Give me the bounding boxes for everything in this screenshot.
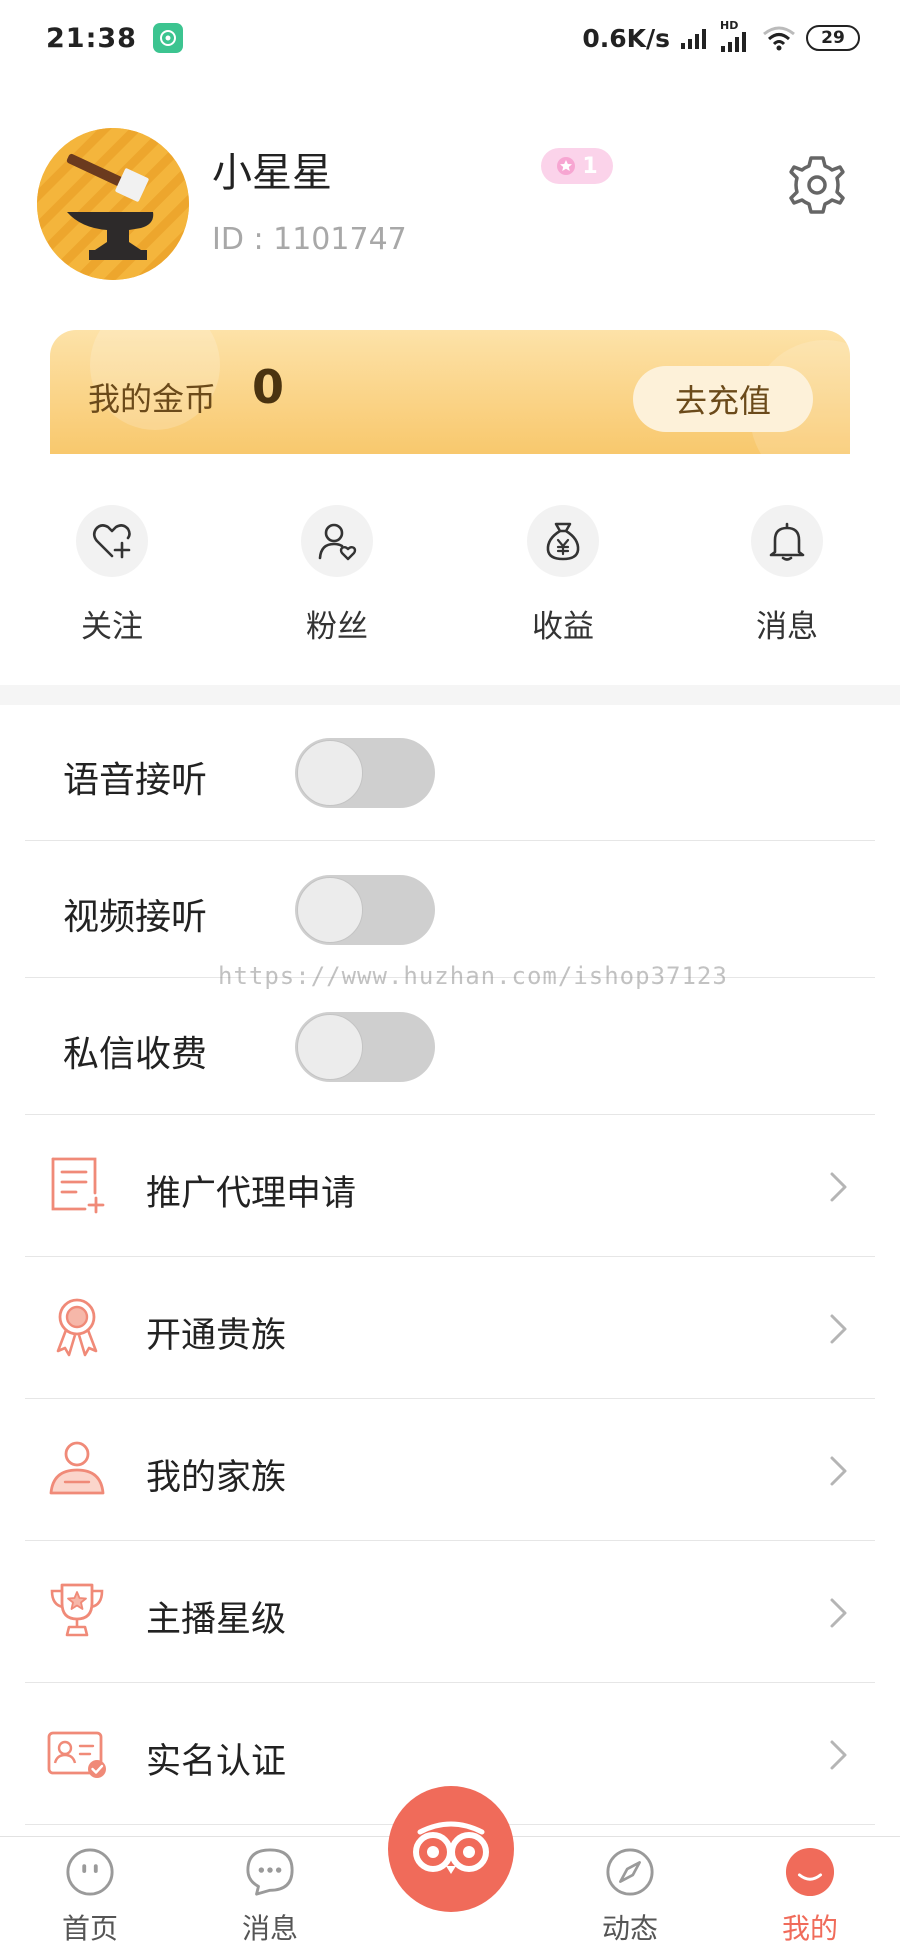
menu-item-agent-application[interactable]: 推广代理申请: [25, 1115, 875, 1257]
avatar[interactable]: [37, 128, 189, 280]
watermark: https://www.huzhan.com/ishop37123: [218, 962, 728, 990]
family-user-icon: [49, 1441, 105, 1495]
nav-label: 消息: [241, 1912, 298, 1945]
id-card-check-icon: [47, 1731, 106, 1778]
toggle-label: 视频接听: [63, 897, 208, 938]
coin-value: 0: [252, 360, 285, 414]
username: 小星星: [212, 150, 332, 196]
user-heart-icon: [301, 505, 373, 577]
settings-button[interactable]: [784, 152, 850, 218]
level-badge: 1: [541, 148, 613, 184]
video-answer-switch[interactable]: [295, 875, 435, 945]
quick-action-label: 粉丝: [306, 609, 368, 645]
chevron-right-icon: [830, 1740, 847, 1770]
profile-face-icon: [785, 1847, 835, 1897]
toggle-row-voice: 语音接听: [25, 705, 875, 841]
wifi-icon: [763, 26, 795, 51]
quick-action-label: 消息: [756, 609, 818, 645]
chevron-right-icon: [830, 1598, 847, 1628]
menu-label: 我的家族: [146, 1458, 287, 1498]
nav-label: 首页: [61, 1912, 118, 1945]
compass-icon: [606, 1848, 654, 1896]
status-time: 21:38: [46, 22, 137, 54]
anvil-avatar-icon: [37, 128, 189, 280]
menu-label: 实名认证: [146, 1742, 287, 1782]
center-owl-button[interactable]: [388, 1786, 514, 1912]
switch-knob: [297, 877, 363, 943]
nav-item-moments[interactable]: 动态: [570, 1847, 690, 1947]
star-icon: [557, 157, 576, 175]
switch-knob: [297, 740, 363, 806]
menu-label: 推广代理申请: [146, 1174, 357, 1214]
nav-item-messages[interactable]: 消息: [210, 1847, 330, 1947]
quick-action-earnings[interactable]: 收益: [493, 505, 633, 655]
nav-label: 我的: [781, 1912, 838, 1945]
status-bar: 21:38 0.6K/s HD 29: [0, 0, 900, 76]
medal-icon: [56, 1298, 98, 1357]
section-divider: [0, 685, 900, 705]
bell-icon: [751, 505, 823, 577]
status-right-group: 0.6K/s HD 29: [582, 19, 860, 53]
network-speed: 0.6K/s: [582, 23, 670, 53]
level-value: 1: [582, 153, 598, 179]
gear-icon: [789, 156, 845, 214]
signal-icon: [681, 29, 706, 49]
menu-label: 开通贵族: [146, 1316, 287, 1356]
toggle-row-video: 视频接听: [25, 842, 875, 978]
quick-action-label: 收益: [532, 609, 594, 645]
user-id: ID : 1101747: [212, 222, 407, 257]
chevron-right-icon: [830, 1314, 847, 1344]
voice-answer-switch[interactable]: [295, 738, 435, 808]
menu-item-anchor-star-level[interactable]: 主播星级: [25, 1541, 875, 1683]
app-notification-icon: [152, 23, 183, 53]
menu-label: 主播星级: [146, 1600, 287, 1640]
toggle-row-private-message: 私信收费: [25, 979, 875, 1115]
nav-item-me[interactable]: 我的: [750, 1847, 870, 1947]
menu-item-my-family[interactable]: 我的家族: [25, 1399, 875, 1541]
chevron-right-icon: [830, 1456, 847, 1486]
toggle-label: 语音接听: [63, 760, 208, 801]
coin-card: 我的金币 0 去充值: [50, 330, 850, 454]
chevron-right-icon: [830, 1172, 847, 1202]
quick-action-follow[interactable]: 关注: [42, 505, 182, 655]
toggle-label: 私信收费: [63, 1034, 208, 1075]
heart-plus-icon: [76, 505, 148, 577]
chat-bubble-icon: [246, 1848, 294, 1896]
quick-action-label: 关注: [81, 609, 143, 645]
nav-item-home[interactable]: 首页: [30, 1847, 150, 1947]
home-face-icon: [66, 1848, 114, 1896]
nav-label: 动态: [601, 1912, 658, 1945]
owl-icon: [413, 1821, 489, 1874]
recharge-button[interactable]: 去充值: [633, 366, 813, 432]
trophy-star-icon: [50, 1583, 104, 1637]
document-plus-icon: [51, 1157, 105, 1214]
menu-item-nobility[interactable]: 开通贵族: [25, 1257, 875, 1399]
hd-signal-icon: HD: [720, 19, 752, 53]
switch-knob: [297, 1014, 363, 1080]
quick-action-fans[interactable]: 粉丝: [267, 505, 407, 655]
private-message-fee-switch[interactable]: [295, 1012, 435, 1082]
money-bag-icon: [527, 505, 599, 577]
profile-screen: 21:38 0.6K/s HD 29 小星星 ID: 1101747 1 我的…: [0, 0, 900, 1950]
coin-label: 我的金币: [88, 380, 217, 418]
quick-action-messages[interactable]: 消息: [717, 505, 857, 655]
battery-indicator: 29: [806, 25, 860, 51]
